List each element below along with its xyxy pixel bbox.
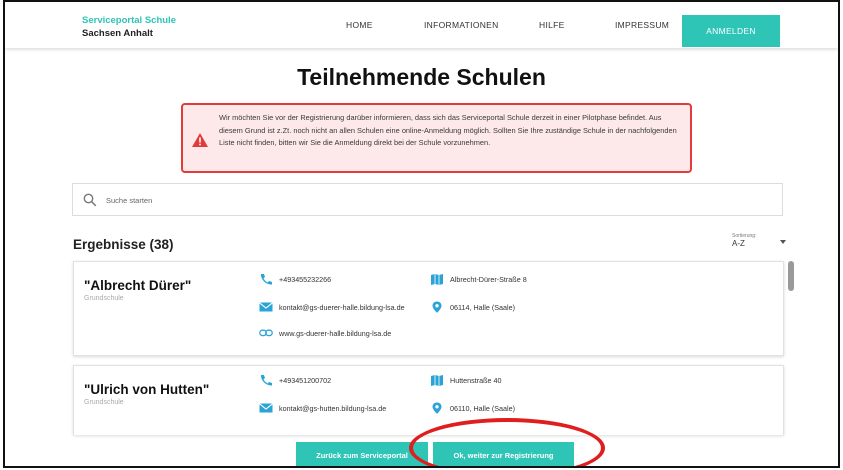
street-info: Huttenstraße 40 — [430, 374, 502, 386]
city-info: 06114, Halle (Saale) — [430, 301, 515, 313]
sort-value: A-Z — [732, 239, 745, 248]
nav-home[interactable]: HOME — [346, 20, 373, 30]
page-title: Teilnehmende Schulen — [297, 64, 546, 90]
phone-info[interactable]: +493451200702 — [259, 374, 331, 386]
warning-icon — [192, 133, 208, 147]
brand-logo[interactable]: Serviceportal Schule Sachsen Anhalt — [82, 14, 176, 40]
street-info: Albrecht-Dürer-Straße 8 — [430, 273, 527, 285]
location-pin-icon — [432, 402, 442, 414]
nav-hilfe[interactable]: HILFE — [539, 20, 565, 30]
results-scrollbar[interactable] — [788, 261, 794, 291]
phone-number: +493451200702 — [279, 375, 332, 385]
brand-line-1: Serviceportal Schule — [82, 15, 176, 26]
results-heading: Ergebnisse (38) — [73, 237, 174, 252]
email-info[interactable]: kontakt@gs-duerer-halle.bildung-lsa.de — [259, 301, 405, 313]
continue-registration-button[interactable]: Ok, weiter zur Registrierung — [433, 442, 574, 466]
city-address: 06110, Halle (Saale) — [450, 403, 515, 413]
website-url: www.gs-duerer-halle.bildung-lsa.de — [279, 328, 392, 338]
link-icon — [259, 329, 273, 337]
street-address: Albrecht-Dürer-Straße 8 — [450, 274, 527, 284]
top-navbar: Serviceportal Schule Sachsen Anhalt HOME… — [5, 2, 838, 48]
school-type: Grundschule — [84, 295, 124, 302]
city-info: 06110, Halle (Saale) — [430, 402, 515, 414]
website-info[interactable]: www.gs-duerer-halle.bildung-lsa.de — [259, 327, 391, 339]
school-name: "Ulrich von Hutten" — [84, 382, 210, 397]
phone-info[interactable]: +493455232266 — [259, 273, 331, 285]
phone-icon — [260, 375, 272, 386]
alert-text: Wir möchten Sie vor der Registrierung da… — [219, 113, 677, 147]
email-info[interactable]: kontakt@gs-hutten.bildung-lsa.de — [259, 402, 386, 414]
city-address: 06114, Halle (Saale) — [450, 302, 515, 312]
nav-informationen[interactable]: INFORMATIONEN — [424, 20, 499, 30]
map-icon — [431, 274, 443, 285]
search-icon — [83, 193, 97, 207]
brand-line-2: Sachsen Anhalt — [82, 28, 153, 39]
email-address: kontakt@gs-duerer-halle.bildung-lsa.de — [279, 302, 405, 312]
email-address: kontakt@gs-hutten.bildung-lsa.de — [279, 403, 387, 413]
email-icon — [259, 403, 273, 413]
email-icon — [259, 302, 273, 312]
back-to-portal-button[interactable]: Zurück zum Serviceportal — [296, 442, 428, 466]
street-address: Huttenstraße 40 — [450, 375, 502, 385]
phone-icon — [260, 274, 272, 285]
search-input[interactable] — [106, 192, 746, 208]
browser-frame: Serviceportal Schule Sachsen Anhalt HOME… — [3, 0, 840, 468]
login-button[interactable]: ANMELDEN — [682, 15, 780, 47]
school-card[interactable]: "Ulrich von Hutten" Grundschule +4934512… — [73, 365, 784, 435]
phone-number: +493455232266 — [279, 274, 332, 284]
nav-impressum[interactable]: IMPRESSUM — [615, 20, 669, 30]
school-name: "Albrecht Dürer" — [84, 278, 192, 293]
school-type: Grundschule — [84, 399, 124, 406]
map-icon — [431, 375, 443, 386]
sort-dropdown[interactable]: Sortierung: A-Z — [732, 233, 786, 248]
pilot-phase-alert: Wir möchten Sie vor der Registrierung da… — [181, 103, 692, 173]
location-pin-icon — [432, 301, 442, 313]
school-card[interactable]: "Albrecht Dürer" Grundschule +4934552322… — [73, 261, 784, 356]
chevron-down-icon — [780, 240, 786, 244]
search-box — [72, 183, 783, 216]
